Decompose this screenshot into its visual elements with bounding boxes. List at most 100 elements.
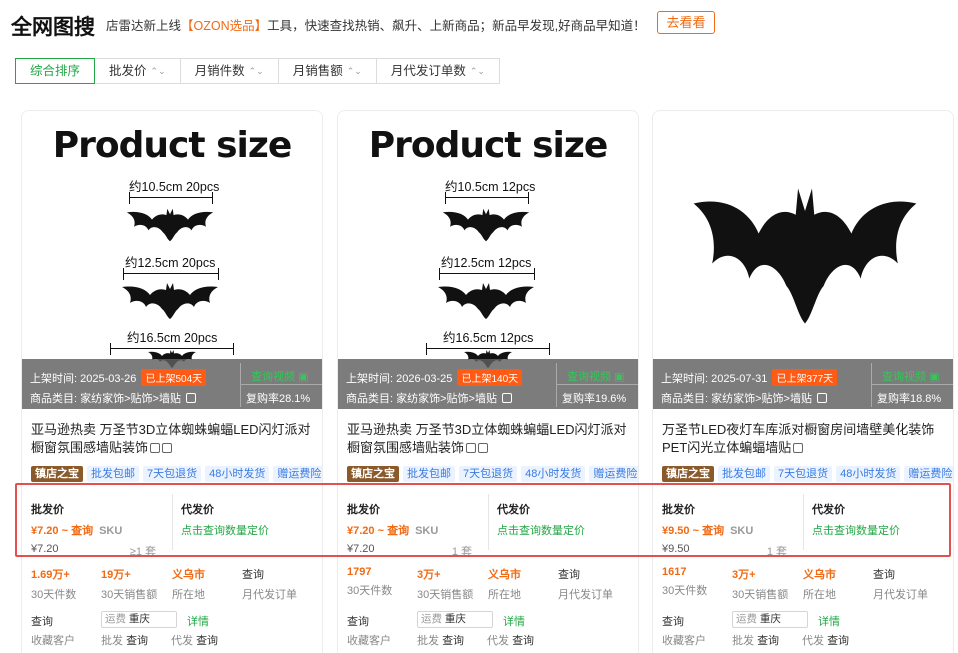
ship-city: 重庆	[759, 613, 781, 625]
size-label: 约10.5cm 12pcs	[445, 180, 536, 194]
product-card[interactable]: Product size 约10.5cm 12pcs 约12.5cm 12pcs…	[337, 110, 639, 653]
product-title[interactable]: 亚马逊热卖 万圣节3D立体蜘蛛蝙蝠LED闪灯派对橱窗氛围感墙贴装饰	[347, 421, 635, 457]
stat-value[interactable]: 查询	[558, 566, 613, 582]
shipping-city-input[interactable]: 运费 重庆	[101, 611, 177, 628]
listed-badge: 已上架140天	[457, 369, 523, 386]
stat-label: 30天销售额	[417, 589, 474, 601]
tag-7day-return: 7天包退货	[774, 466, 833, 482]
video-link[interactable]: 查询视频 ▣	[882, 368, 939, 384]
service-tags: 镇店之宝 批发包邮 7天包退货 48小时发货 赠运费险	[31, 466, 322, 482]
promo-highlight: 【OZON选品】	[181, 19, 268, 33]
pf-label: 批发	[732, 635, 754, 647]
bat-icon	[123, 207, 217, 243]
product-card[interactable]: Product size 约10.5cm 20pcs 约12.5cm 20pcs…	[21, 110, 323, 653]
video-link[interactable]: 查询视频 ▣	[567, 368, 624, 384]
sort-label: 月销件数	[194, 64, 245, 78]
copy-icon[interactable]	[502, 393, 513, 403]
service-tags: 镇店之宝 批发包邮 7天包退货 48小时发货 赠运费险	[347, 466, 638, 482]
repurchase-rate: 复购率18.8%	[877, 393, 942, 405]
query-link[interactable]: 查询	[347, 613, 369, 629]
copy-icon[interactable]	[793, 443, 804, 453]
copy-icon[interactable]	[186, 393, 197, 403]
goto-button[interactable]: 去看看	[657, 11, 715, 34]
copy-icon[interactable]	[817, 393, 828, 403]
ship-prefix: 运费	[421, 613, 442, 625]
pf-query[interactable]: 查询	[442, 635, 464, 647]
dropship-query-link[interactable]: 点击查询数量定价	[812, 522, 900, 538]
shipping-city-input[interactable]: 运费 重庆	[417, 611, 493, 628]
pf-query[interactable]: 查询	[126, 635, 148, 647]
video-link-label: 查询视频	[251, 371, 295, 383]
query-link[interactable]: 查询	[31, 613, 53, 629]
stat-label: 30天件数	[662, 585, 708, 597]
wholesale-price[interactable]: ¥9.50 ~ 查询	[662, 525, 724, 537]
sort-monthly-dropship[interactable]: 月代发订单数 ⌃⌄	[375, 58, 500, 84]
copy-icon[interactable]	[150, 443, 161, 453]
repurchase-rate: 复购率28.1%	[246, 393, 311, 405]
detail-link[interactable]: 详情	[503, 613, 525, 629]
shipping-city-input[interactable]: 运费 重庆	[732, 611, 808, 628]
stat-value[interactable]: 查询	[873, 566, 928, 582]
copy-icon[interactable]	[466, 443, 477, 453]
dropship-query[interactable]: 代发 查询	[171, 632, 218, 648]
df-query[interactable]: 查询	[827, 635, 849, 647]
stat-30d-sales: 3万+ 30天销售额	[417, 566, 473, 602]
size-label: 约12.5cm 12pcs	[441, 256, 532, 270]
product-title[interactable]: 亚马逊热卖 万圣节3D立体蜘蛛蝙蝠LED闪灯派对橱窗氛围感墙贴装饰	[31, 421, 319, 457]
dropship-query[interactable]: 代发 查询	[802, 632, 849, 648]
product-card[interactable]: 上架时间: 2025-07-31 已上架377天 商品类目: 家纺家饰>贴饰>墙…	[652, 110, 954, 653]
service-tags: 镇店之宝 批发包邮 7天包退货 48小时发货 赠运费险	[662, 466, 953, 482]
category-value: 家纺家饰>贴饰>墙贴	[711, 393, 812, 405]
sort-comprehensive[interactable]: 综合排序	[15, 58, 96, 84]
stat-30d-sales: 3万+ 30天销售额	[732, 566, 788, 602]
price-divider	[488, 494, 489, 550]
tag-shop-treasure: 镇店之宝	[31, 466, 83, 482]
df-query[interactable]: 查询	[196, 635, 218, 647]
image-search-icon[interactable]	[478, 443, 489, 453]
top-banner: 全网图搜 店雷达新上线【OZON选品】工具，快速查找热销、飙升、上新商品；新品早…	[0, 0, 958, 48]
detail-link[interactable]: 详情	[187, 613, 209, 629]
image-title: Product size	[52, 125, 293, 166]
stat-value[interactable]: 查询	[242, 566, 297, 582]
overlay-divider	[557, 384, 638, 385]
tag-freight-insurance: 赠运费险	[904, 466, 953, 482]
category-label: 商品类目:	[30, 393, 78, 405]
pf-query[interactable]: 查询	[757, 635, 779, 647]
min-order: 1 套	[451, 546, 472, 558]
page-title: 全网图搜	[11, 15, 95, 39]
video-link-label: 查询视频	[567, 371, 611, 383]
wholesale-query[interactable]: 批发 查询	[732, 632, 779, 648]
image-search-icon[interactable]	[162, 443, 173, 453]
tag-48h-ship: 48小时发货	[521, 466, 586, 482]
product-title[interactable]: 万圣节LED夜灯车库派对橱窗房间墙壁美化装饰PET闪光立体蝙蝠墙贴	[662, 421, 950, 457]
size-label: 约10.5cm 20pcs	[129, 180, 220, 194]
sku-label: SKU	[99, 525, 123, 537]
dropship-query-link[interactable]: 点击查询数量定价	[497, 522, 585, 538]
stat-label: 所在地	[172, 589, 205, 601]
video-icon: ▣	[298, 371, 309, 383]
sort-monthly-units[interactable]: 月销件数 ⌃⌄	[179, 58, 279, 84]
sort-wholesale-price[interactable]: 批发价 ⌃⌄	[94, 58, 181, 84]
dropship-label: 代发价	[181, 504, 214, 516]
sort-label: 月代发订单数	[390, 64, 466, 78]
pf-label: 批发	[417, 635, 439, 647]
video-link[interactable]: 查询视频 ▣	[251, 368, 308, 384]
tag-free-shipping: 批发包邮	[718, 466, 770, 482]
detail-link[interactable]: 详情	[818, 613, 840, 629]
df-query[interactable]: 查询	[512, 635, 534, 647]
query-link[interactable]: 查询	[662, 613, 684, 629]
sort-monthly-sales[interactable]: 月销售额 ⌃⌄	[277, 58, 377, 84]
dropship-query-link[interactable]: 点击查询数量定价	[181, 522, 269, 538]
wholesale-query[interactable]: 批发 查询	[417, 632, 464, 648]
dropship-query[interactable]: 代发 查询	[487, 632, 534, 648]
wholesale-query[interactable]: 批发 查询	[101, 632, 148, 648]
price-box: 批发价 ¥9.50 ~ 查询 SKU ¥9.50 1 套 代发价 点击查询数量定价	[653, 489, 953, 558]
sort-bar: 综合排序 批发价 ⌃⌄ 月销件数 ⌃⌄ 月销售额 ⌃⌄ 月代发订单数 ⌃⌄	[15, 58, 500, 84]
stat-30d-units: 1797 30天件数	[347, 566, 392, 598]
dimension-line	[129, 192, 213, 204]
image-info-overlay: 上架时间: 2025-03-26 已上架504天 商品类目: 家纺家饰>贴饰>墙…	[22, 359, 322, 409]
wholesale-price[interactable]: ¥7.20 ~ 查询	[31, 525, 93, 537]
wholesale-price[interactable]: ¥7.20 ~ 查询	[347, 525, 409, 537]
fav-customers-label: 收藏客户	[31, 635, 75, 647]
stat-value: 19万+	[101, 569, 131, 581]
